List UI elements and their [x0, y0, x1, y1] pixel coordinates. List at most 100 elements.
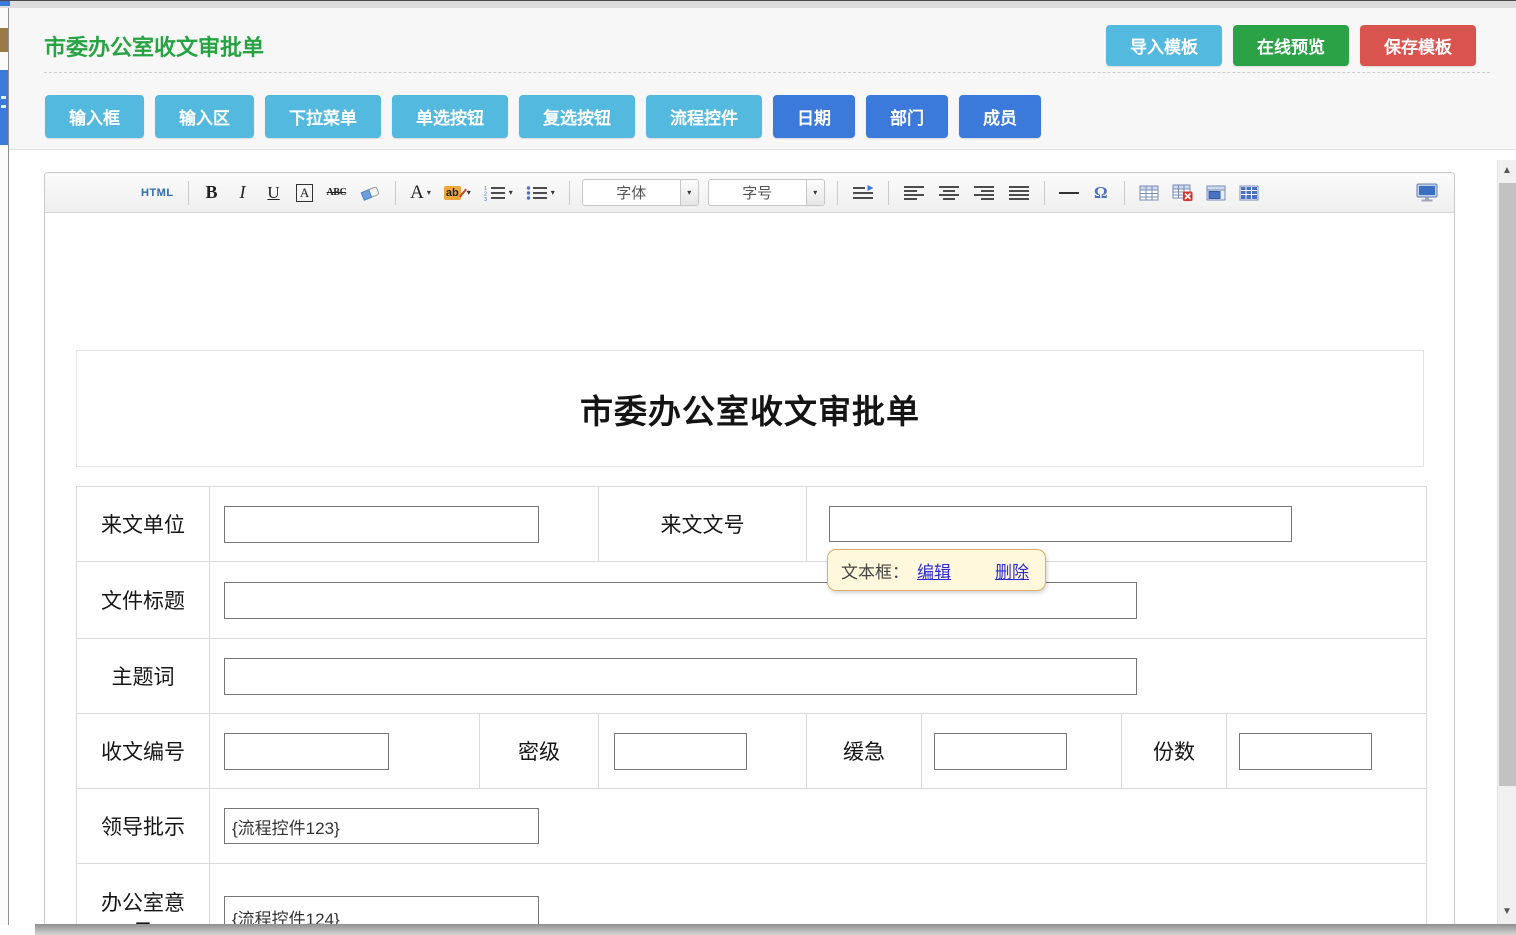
bold-button[interactable]: B: [201, 179, 223, 206]
online-preview-button[interactable]: 在线预览: [1233, 25, 1349, 66]
copies-input[interactable]: [1239, 733, 1372, 770]
save-template-button[interactable]: 保存模板: [1360, 25, 1476, 66]
align-center-icon: [938, 185, 960, 201]
remove-format-button[interactable]: [357, 179, 383, 206]
styled-a-icon: A: [296, 184, 313, 202]
delete-table-icon: [1172, 184, 1193, 201]
window-top-edge: [0, 0, 1516, 8]
cell-leader-instructions: [210, 789, 1427, 864]
indent-icon: [852, 185, 874, 201]
rich-text-editor: HTML B I U A ABC A ▾: [44, 172, 1455, 925]
align-justify-icon: [1008, 185, 1030, 201]
tool-input-box-button[interactable]: 输入框: [45, 95, 144, 138]
chevron-down-icon: ▾: [680, 180, 698, 205]
align-center-button[interactable]: [936, 179, 962, 206]
tool-dropdown-button[interactable]: 下拉菜单: [265, 95, 381, 138]
secrecy-input[interactable]: [614, 733, 747, 770]
insert-table-icon: [1139, 185, 1159, 201]
toolbar-separator: [888, 181, 889, 205]
align-right-button[interactable]: [971, 179, 997, 206]
font-family-select[interactable]: 字体 ▾: [582, 179, 699, 206]
fullscreen-button[interactable]: [1414, 179, 1440, 206]
incoming-number-input[interactable]: [829, 506, 1292, 542]
chevron-down-icon: ▾: [509, 189, 513, 197]
tool-member-button[interactable]: 成员: [959, 95, 1041, 138]
cell-urgency: [922, 714, 1122, 789]
label-leader-instructions: 领导批示: [77, 789, 210, 864]
background-window-button-fragment: [0, 70, 8, 145]
component-toolbar: 输入框 输入区 下拉菜单 单选按钮 复选按钮 流程控件 日期 部门 成员: [45, 95, 1041, 138]
receipt-number-input[interactable]: [224, 733, 389, 770]
indent-button[interactable]: [850, 179, 876, 206]
chevron-down-icon: ▾: [427, 189, 431, 197]
edit-link[interactable]: 编辑: [917, 558, 951, 583]
style-box-button[interactable]: A: [294, 179, 316, 206]
chevron-down-icon: ▾: [806, 180, 824, 205]
window-bottom-edge: [35, 924, 1516, 935]
horizontal-rule-button[interactable]: [1057, 179, 1081, 206]
insert-table-button[interactable]: [1137, 179, 1161, 206]
bold-icon: B: [206, 182, 218, 203]
cell-doc-title: [210, 562, 1427, 639]
leader-instructions-input[interactable]: [224, 808, 539, 844]
subject-words-input[interactable]: [224, 658, 1137, 695]
document-title-box: 市委办公室收文审批单: [76, 350, 1424, 467]
ordered-list-button[interactable]: 123 ▾: [482, 179, 515, 206]
office-opinion-input[interactable]: [224, 896, 539, 926]
align-left-icon: [903, 185, 925, 201]
highlight-color-button[interactable]: ab ▾: [442, 179, 473, 206]
align-justify-button[interactable]: [1006, 179, 1032, 206]
table-properties-button[interactable]: [1204, 179, 1228, 206]
cell-receipt-number: [210, 714, 480, 789]
align-right-icon: [973, 185, 995, 201]
tool-checkbox-button[interactable]: 复选按钮: [519, 95, 635, 138]
underline-button[interactable]: U: [263, 179, 285, 206]
underline-icon: U: [267, 183, 279, 203]
special-char-button[interactable]: Ω: [1090, 179, 1112, 206]
label-office-opinion: 办公室意见: [77, 864, 210, 926]
tool-department-button[interactable]: 部门: [866, 95, 948, 138]
highlight-icon: ab: [444, 186, 461, 200]
delete-table-button[interactable]: [1170, 179, 1195, 206]
font-color-icon: A: [410, 182, 424, 204]
toolbar-separator: [1124, 181, 1125, 205]
page-title: 市委办公室收文审批单: [44, 30, 264, 62]
unordered-list-button[interactable]: ▾: [524, 179, 557, 206]
urgency-input[interactable]: [934, 733, 1067, 770]
label-secrecy: 密级: [480, 714, 599, 789]
tool-radio-button[interactable]: 单选按钮: [392, 95, 508, 138]
table-row: 文件标题: [77, 562, 1427, 639]
font-size-select[interactable]: 字号 ▾: [708, 179, 825, 206]
tool-date-button[interactable]: 日期: [773, 95, 855, 138]
strikethrough-button[interactable]: ABC: [325, 179, 349, 206]
eraser-icon: [359, 185, 381, 201]
incoming-unit-input[interactable]: [224, 506, 539, 543]
import-template-button[interactable]: 导入模板: [1106, 25, 1222, 66]
vertical-scrollbar[interactable]: ▲ ▼: [1497, 160, 1516, 925]
cell-subject-words: [210, 639, 1427, 714]
toolbar-separator: [569, 181, 570, 205]
table-row: 主题词: [77, 639, 1427, 714]
tool-input-area-button[interactable]: 输入区: [155, 95, 254, 138]
delete-link[interactable]: 删除: [995, 558, 1029, 583]
table-properties-icon: [1206, 185, 1226, 201]
scrollbar-thumb[interactable]: [1499, 183, 1516, 786]
table-row: 办公室意见: [77, 864, 1427, 926]
unordered-list-icon: [526, 185, 548, 201]
italic-button[interactable]: I: [232, 179, 254, 206]
label-incoming-number: 来文文号: [599, 487, 807, 562]
tool-flow-control-button[interactable]: 流程控件: [646, 95, 762, 138]
scroll-down-button[interactable]: ▼: [1498, 907, 1516, 917]
scroll-up-button[interactable]: ▲: [1498, 166, 1516, 176]
table-row: 领导批示: [77, 789, 1427, 864]
cell-properties-button[interactable]: [1237, 179, 1261, 206]
label-urgency: 缓急: [807, 714, 922, 789]
font-color-button[interactable]: A ▾: [408, 179, 433, 206]
cell-properties-icon: [1239, 185, 1259, 201]
align-left-button[interactable]: [901, 179, 927, 206]
label-doc-title: 文件标题: [77, 562, 210, 639]
cell-incoming-unit: [210, 487, 599, 562]
source-code-button[interactable]: HTML: [139, 179, 176, 206]
editor-document[interactable]: 市委办公室收文审批单 来文单位 来文文号 文件标题: [45, 350, 1454, 925]
chevron-down-icon: ▾: [467, 189, 471, 197]
